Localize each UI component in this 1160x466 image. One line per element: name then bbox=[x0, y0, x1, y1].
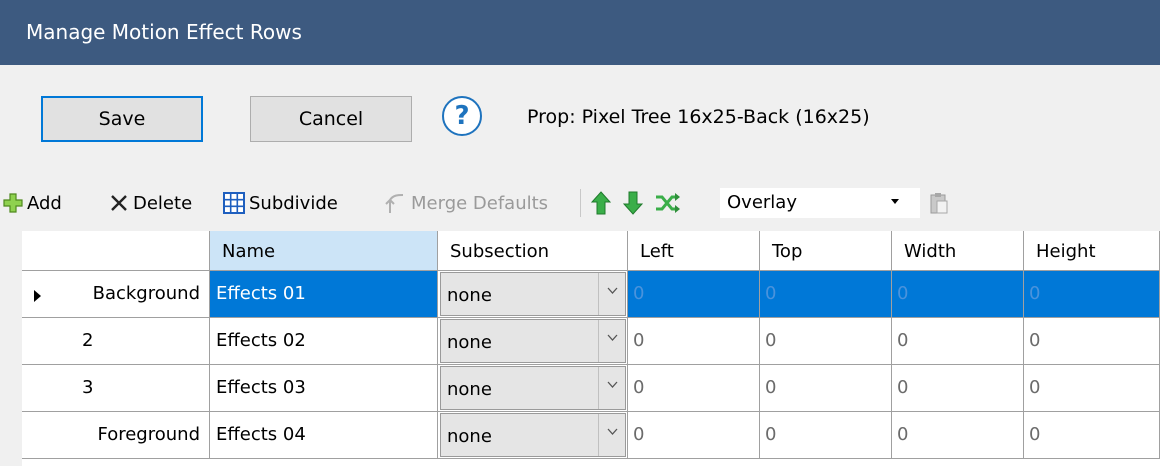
column-header-width[interactable]: Width bbox=[892, 231, 1024, 271]
subsection-dropdown[interactable]: none bbox=[440, 413, 626, 457]
top-cell[interactable]: 0 bbox=[760, 365, 892, 412]
subdivide-button[interactable]: Subdivide bbox=[223, 180, 338, 226]
column-header-left[interactable]: Left bbox=[628, 231, 760, 271]
height-cell[interactable]: 0 bbox=[1024, 318, 1160, 365]
row-header[interactable]: 3 bbox=[22, 365, 210, 412]
width-cell[interactable]: 0 bbox=[892, 365, 1024, 412]
x-icon bbox=[110, 194, 128, 212]
left-cell[interactable]: 0 bbox=[628, 271, 760, 318]
motion-effect-grid: Name Subsection Left Top Width Height Ba… bbox=[22, 231, 1160, 466]
cancel-button[interactable]: Cancel bbox=[250, 96, 412, 142]
left-cell[interactable]: 0 bbox=[628, 318, 760, 365]
save-button[interactable]: Save bbox=[41, 96, 203, 142]
left-cell[interactable]: 0 bbox=[628, 365, 760, 412]
name-cell[interactable]: Effects 04 bbox=[210, 412, 438, 459]
width-cell[interactable]: 0 bbox=[892, 318, 1024, 365]
subsection-dropdown[interactable]: none bbox=[440, 319, 626, 363]
paste-icon bbox=[929, 192, 949, 214]
blend-mode-value: Overlay bbox=[727, 192, 797, 213]
current-row-indicator-icon bbox=[34, 290, 41, 302]
shuffle-button[interactable] bbox=[655, 180, 681, 226]
top-cell[interactable]: 0 bbox=[760, 271, 892, 318]
add-button[interactable]: Add bbox=[0, 180, 62, 226]
toolbar: Add Delete Subdivide Merge Defaults bbox=[0, 180, 1160, 226]
move-down-button[interactable] bbox=[623, 180, 643, 226]
width-cell[interactable]: 0 bbox=[892, 412, 1024, 459]
delete-label: Delete bbox=[133, 192, 193, 214]
column-header-name[interactable]: Name bbox=[210, 231, 438, 271]
subsection-value: none bbox=[447, 379, 492, 400]
toolbar-separator bbox=[580, 189, 581, 217]
name-cell[interactable]: Effects 02 bbox=[210, 318, 438, 365]
grid-icon bbox=[223, 192, 245, 214]
add-label: Add bbox=[27, 192, 62, 214]
height-cell[interactable]: 0 bbox=[1024, 365, 1160, 412]
delete-button[interactable]: Delete bbox=[110, 180, 192, 226]
chevron-down-icon bbox=[598, 320, 625, 362]
dropdown-arrow-icon bbox=[891, 199, 899, 204]
grid-corner-header bbox=[22, 231, 210, 271]
height-cell[interactable]: 0 bbox=[1024, 412, 1160, 459]
width-cell[interactable]: 0 bbox=[892, 271, 1024, 318]
row-header[interactable]: Foreground bbox=[22, 412, 210, 459]
height-cell[interactable]: 0 bbox=[1024, 271, 1160, 318]
chevron-down-icon bbox=[598, 414, 625, 456]
top-cell[interactable]: 0 bbox=[760, 412, 892, 459]
window-title: Manage Motion Effect Rows bbox=[26, 20, 302, 44]
subsection-dropdown[interactable]: none bbox=[440, 272, 626, 316]
arrow-down-icon bbox=[623, 191, 643, 215]
subsection-value: none bbox=[447, 426, 492, 447]
title-bar: Manage Motion Effect Rows bbox=[0, 0, 1160, 65]
move-up-button[interactable] bbox=[591, 180, 611, 226]
paste-button[interactable] bbox=[929, 180, 949, 226]
merge-icon bbox=[385, 192, 405, 214]
plus-icon bbox=[3, 193, 23, 213]
merge-defaults-button[interactable]: Merge Defaults bbox=[385, 180, 548, 226]
subdivide-label: Subdivide bbox=[249, 192, 338, 214]
name-cell[interactable]: Effects 01 bbox=[210, 271, 438, 318]
column-header-subsection[interactable]: Subsection bbox=[438, 231, 628, 271]
subsection-value: none bbox=[447, 332, 492, 353]
arrow-up-icon bbox=[591, 191, 611, 215]
top-cell[interactable]: 0 bbox=[760, 318, 892, 365]
merge-defaults-label: Merge Defaults bbox=[411, 192, 549, 214]
name-cell[interactable]: Effects 03 bbox=[210, 365, 438, 412]
shuffle-icon bbox=[655, 192, 681, 214]
column-header-height[interactable]: Height bbox=[1024, 231, 1160, 271]
subsection-cell: none bbox=[438, 365, 628, 412]
subsection-cell: none bbox=[438, 318, 628, 365]
subsection-dropdown[interactable]: none bbox=[440, 366, 626, 410]
blend-mode-select[interactable]: Overlay bbox=[720, 188, 920, 218]
row-header[interactable]: Background bbox=[22, 271, 210, 318]
chevron-down-icon bbox=[598, 273, 625, 315]
chevron-down-icon bbox=[598, 367, 625, 409]
column-header-top[interactable]: Top bbox=[760, 231, 892, 271]
subsection-cell: none bbox=[438, 412, 628, 459]
left-cell[interactable]: 0 bbox=[628, 412, 760, 459]
row-header[interactable]: 2 bbox=[22, 318, 210, 365]
help-icon[interactable]: ? bbox=[442, 96, 482, 136]
subsection-value: none bbox=[447, 285, 492, 306]
subsection-cell: none bbox=[438, 271, 628, 318]
prop-label: Prop: Pixel Tree 16x25-Back (16x25) bbox=[527, 106, 870, 128]
